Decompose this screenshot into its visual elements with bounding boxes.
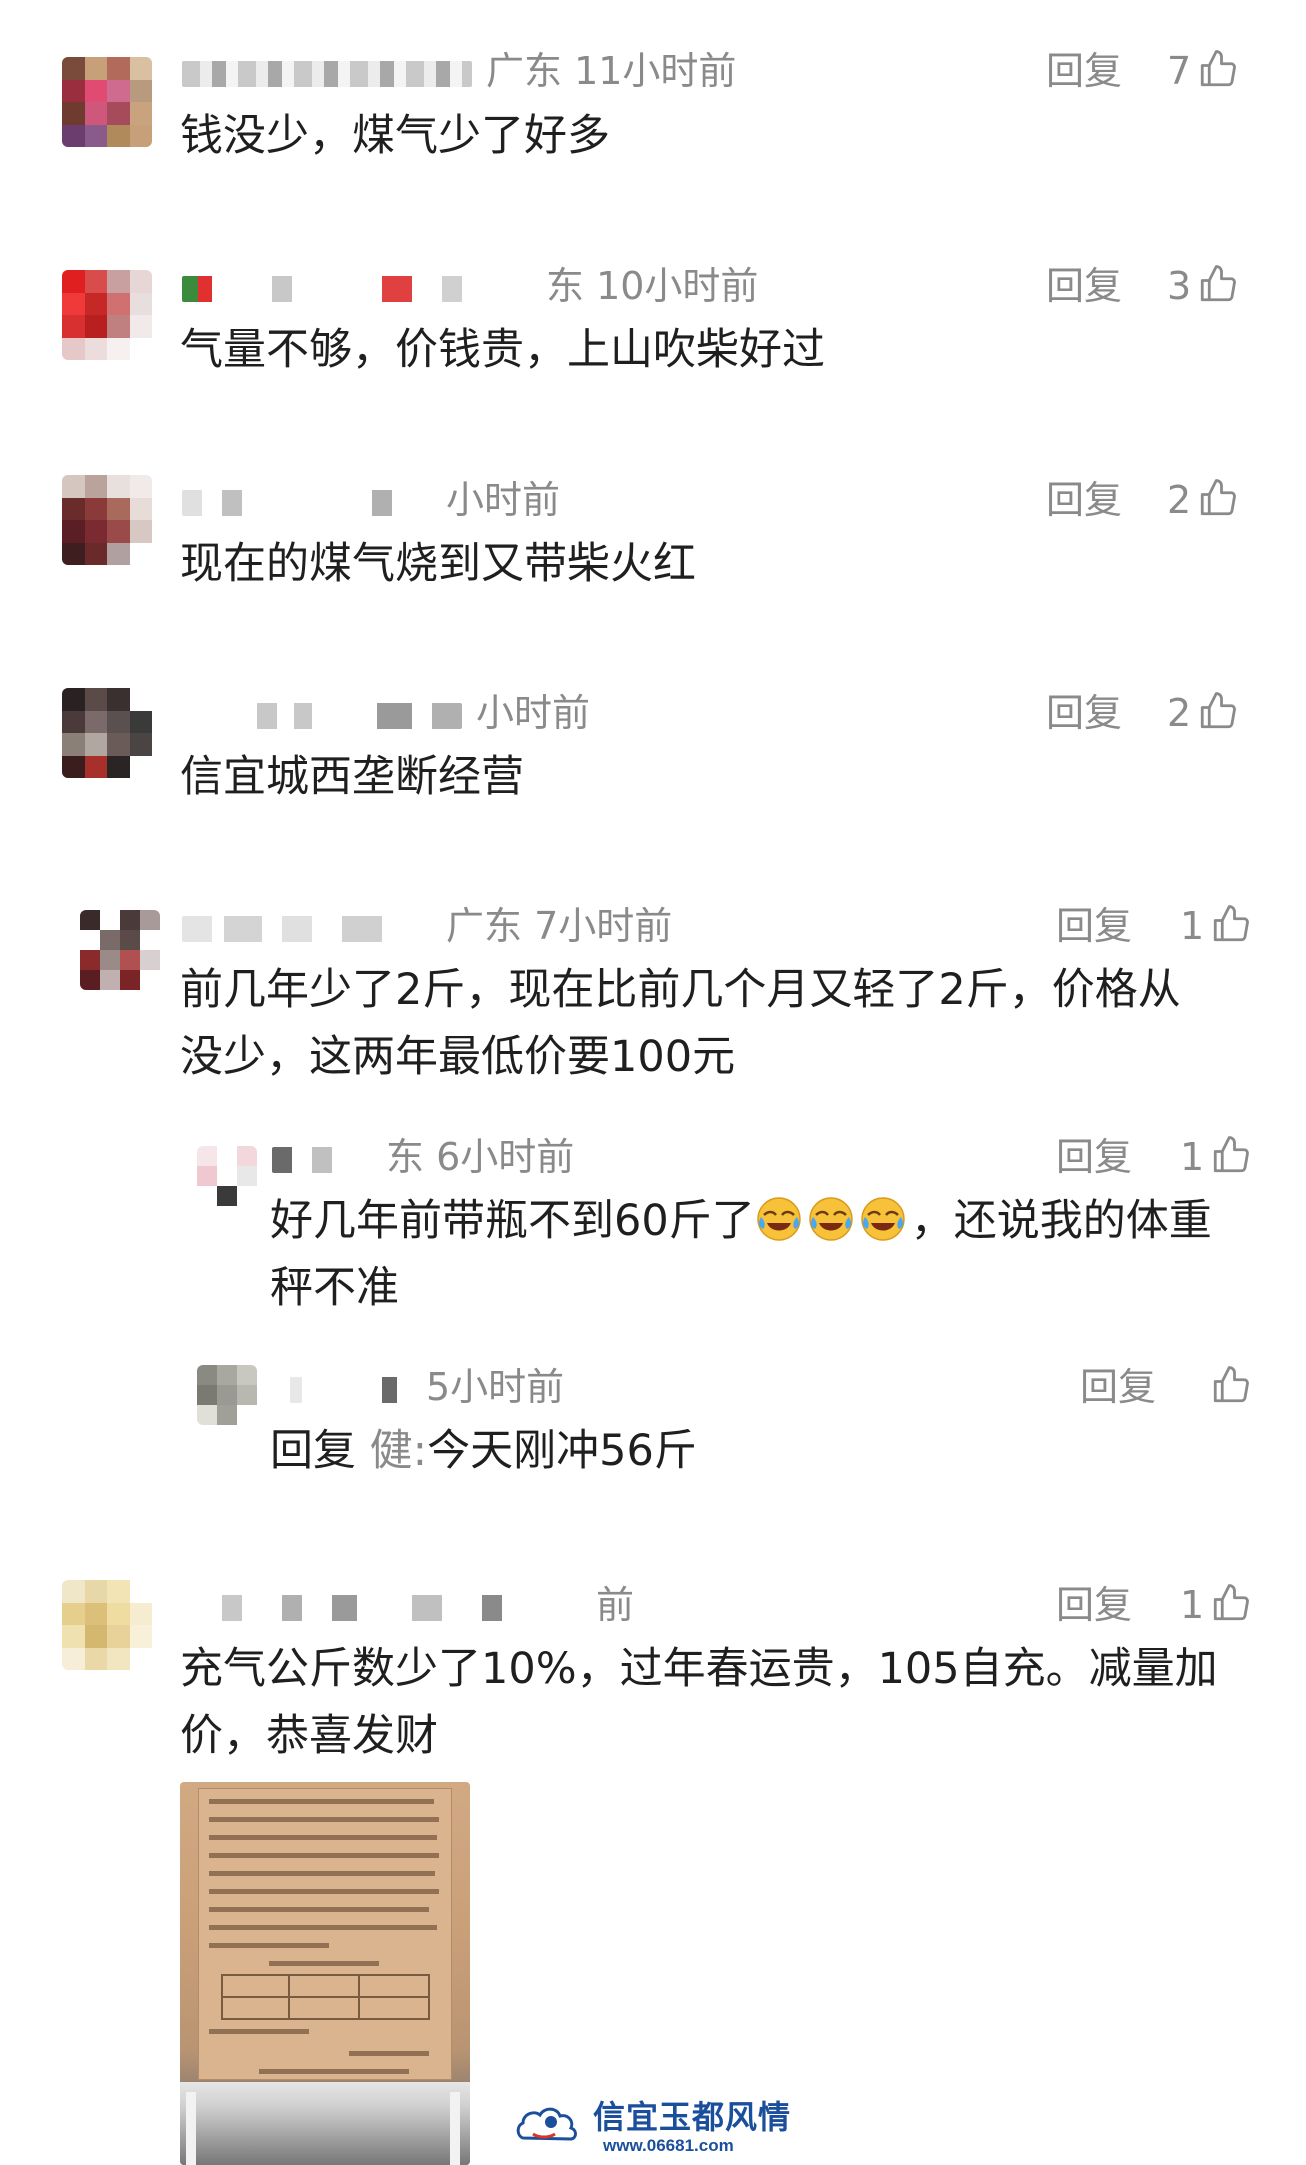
- comment-meta: 小时前: [182, 475, 560, 525]
- like-button[interactable]: 7: [1167, 46, 1239, 96]
- reply-target-user[interactable]: 健:: [370, 1426, 428, 1476]
- thumbs-up-icon: [1213, 1366, 1249, 1403]
- username-mask: [272, 1376, 412, 1403]
- username-mask: [182, 702, 462, 729]
- crying-laughing-emoji-icon: [808, 1197, 853, 1241]
- watermark-title: 信宜玉都风情: [593, 2098, 792, 2136]
- reply-meta: 东 6小时前: [272, 1132, 574, 1182]
- username-mask: [182, 915, 432, 942]
- like-button[interactable]: 1: [1180, 1132, 1252, 1182]
- like-button[interactable]: 2: [1167, 688, 1239, 738]
- reply-text-line: 好几年前带瓶不到60斤了 ，还说我的体重: [270, 1188, 1212, 1254]
- comment-time: 东 10小时前: [546, 264, 759, 308]
- like-count: 1: [1180, 1583, 1205, 1627]
- thumbs-up-icon: [1201, 479, 1237, 516]
- avatar[interactable]: [80, 910, 160, 990]
- avatar[interactable]: [62, 270, 152, 360]
- thumbs-up-icon: [1201, 50, 1237, 87]
- reply-time: 东 6小时前: [386, 1135, 575, 1179]
- username-mask: [182, 1594, 582, 1621]
- reply-text-line: 秤不准: [270, 1263, 399, 1313]
- like-count: 7: [1167, 49, 1192, 93]
- reply-prefix: 回复: [270, 1426, 356, 1476]
- reply-button[interactable]: 回复: [1046, 261, 1122, 311]
- comment-text: 信宜城西垄断经营: [180, 752, 524, 802]
- reply-avatar[interactable]: [197, 1146, 257, 1206]
- reply-avatar[interactable]: [197, 1365, 257, 1425]
- thumbs-up-icon: [1214, 905, 1250, 942]
- like-count: 3: [1167, 264, 1192, 308]
- crying-laughing-emoji-icon: [756, 1197, 801, 1241]
- username-mask: [182, 489, 432, 516]
- username-mask: [182, 60, 472, 87]
- avatar[interactable]: [62, 475, 152, 565]
- comment-meta: 广东 7小时前: [182, 901, 672, 951]
- reply-button[interactable]: 回复: [1056, 1580, 1132, 1630]
- reply-text-line: 回复 健:今天刚冲56斤: [270, 1418, 697, 1484]
- comment-meta: 前: [182, 1580, 634, 1630]
- reply-button[interactable]: 回复: [1056, 1132, 1132, 1182]
- like-button[interactable]: 2: [1167, 475, 1239, 525]
- reply-text-before: 好几年前带瓶不到60斤了: [270, 1196, 755, 1246]
- cloud-logo-icon: [516, 2107, 577, 2141]
- comment-meta: 东 10小时前: [182, 261, 758, 311]
- reply-meta: 5小时前: [272, 1362, 564, 1412]
- comment-time: 前: [596, 1583, 635, 1627]
- reply-text: 今天刚冲56斤: [427, 1426, 697, 1476]
- like-button[interactable]: [1204, 1362, 1252, 1412]
- reply-button[interactable]: 回复: [1046, 46, 1122, 96]
- comment-image[interactable]: [180, 1782, 470, 2165]
- like-button[interactable]: 1: [1180, 901, 1252, 951]
- comment-time: 广东 11小时前: [486, 49, 737, 93]
- comment-text: 气量不够，价钱贵，上山吹柴好过: [180, 325, 825, 375]
- thumbs-up-icon: [1214, 1584, 1250, 1621]
- username-mask: [272, 1146, 372, 1173]
- thumbs-up-icon: [1201, 265, 1237, 302]
- comment-text-line: 前几年少了2斤，现在比前几个月又轻了2斤，价格从: [180, 965, 1181, 1015]
- like-button[interactable]: 3: [1167, 261, 1239, 311]
- avatar[interactable]: [62, 57, 152, 147]
- notice-paper: [198, 1788, 452, 2080]
- comment-time: 广东 7小时前: [446, 904, 673, 948]
- thumbs-up-icon: [1214, 1136, 1250, 1173]
- comment-text-line: 充气公斤数少了10%，过年春运贵，105自充。减量加: [180, 1644, 1218, 1694]
- comment-text-line: 没少，这两年最低价要100元: [180, 1032, 736, 1082]
- comment-meta: 小时前: [182, 688, 590, 738]
- like-count: 2: [1167, 691, 1192, 735]
- comment-meta: 广东 11小时前: [182, 46, 736, 96]
- crying-laughing-emoji-icon: [860, 1197, 905, 1241]
- comment-text-line: 价，恭喜发财: [180, 1711, 438, 1761]
- comment-text: 钱没少，煤气少了好多: [180, 111, 610, 161]
- comment-text: 现在的煤气烧到又带柴火红: [180, 539, 696, 589]
- notice-table: [221, 1974, 430, 2020]
- comment-time: 小时前: [446, 478, 561, 522]
- like-count: 1: [1180, 904, 1205, 948]
- reply-time: 5小时前: [426, 1365, 565, 1409]
- reply-button[interactable]: 回复: [1056, 901, 1132, 951]
- notice-stand: [180, 2082, 470, 2165]
- like-count: 1: [1180, 1135, 1205, 1179]
- site-watermark: 信宜玉都风情 www.06681.com: [515, 2098, 795, 2158]
- reply-button[interactable]: 回复: [1080, 1362, 1156, 1412]
- avatar[interactable]: [62, 688, 152, 778]
- like-button[interactable]: 1: [1180, 1580, 1252, 1630]
- comment-time: 小时前: [476, 691, 591, 735]
- username-mask: [182, 275, 532, 302]
- reply-button[interactable]: 回复: [1046, 688, 1122, 738]
- like-count: 2: [1167, 478, 1192, 522]
- reply-text-after: ，还说我的体重: [910, 1196, 1212, 1246]
- thumbs-up-icon: [1201, 692, 1237, 729]
- watermark-url: www.06681.com: [603, 2136, 734, 2155]
- avatar[interactable]: [62, 1580, 152, 1670]
- reply-button[interactable]: 回复: [1046, 475, 1122, 525]
